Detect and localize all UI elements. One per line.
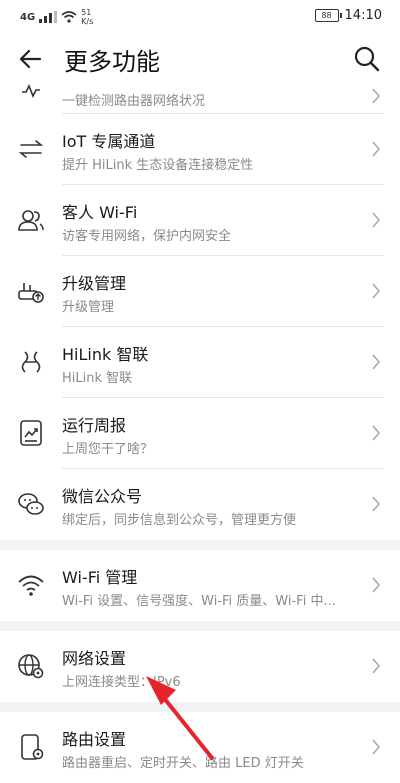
app-bar: 更多功能 (0, 34, 400, 84)
item-title: 路由设置 (62, 730, 127, 749)
chevron-right-icon (372, 658, 381, 674)
chevron-right-icon (372, 354, 381, 370)
section-divider (0, 702, 400, 712)
item-subtitle: Wi-Fi 设置、信号强度、Wi-Fi 质量、Wi-Fi 中... (62, 594, 336, 609)
signal-icon: 4G (20, 11, 36, 23)
wechat-icon (18, 493, 44, 515)
chevron-right-icon (372, 88, 381, 104)
item-subtitle: 提升 HiLink 生态设备连接稳定性 (62, 158, 254, 173)
item-title: Wi-Fi 管理 (62, 568, 138, 587)
chevron-right-icon (372, 283, 381, 299)
list-item-weekly-report[interactable]: 运行周报 上周您干了啥？ (0, 398, 400, 469)
chevron-right-icon (372, 425, 381, 441)
weekly-report-icon (20, 420, 42, 446)
chevron-right-icon (372, 577, 381, 593)
chevron-right-icon (372, 739, 381, 755)
router-upgrade-icon (18, 283, 44, 303)
router-settings-icon (21, 734, 44, 760)
wifi-status-icon (61, 11, 77, 23)
section-divider (0, 621, 400, 631)
iot-channel-icon (18, 140, 44, 158)
item-subtitle: HiLink 智联 (62, 371, 133, 386)
list-item-health-check[interactable]: 一键检测路由器网络状况 (0, 80, 400, 114)
item-title: 运行周报 (62, 416, 127, 435)
item-title: 微信公众号 (62, 487, 143, 506)
item-subtitle: 升级管理 (62, 300, 115, 315)
list-item-guest-wifi[interactable]: 客人 Wi-Fi 访客专用网络，保护内网安全 (0, 185, 400, 256)
wifi-icon (18, 575, 44, 596)
globe-settings-icon (18, 654, 44, 679)
item-subtitle: 访客专用网络，保护内网安全 (62, 229, 232, 244)
list-item-router-settings[interactable]: 路由设置 路由器重启、定时开关、路由 LED 灯开关 (0, 712, 400, 783)
item-subtitle: 绑定后，同步信息到公众号，管理更方便 (62, 513, 297, 528)
battery-icon: 88 (314, 9, 342, 22)
item-subtitle: 一键检测路由器网络状况 (62, 94, 206, 109)
list-item-upgrade[interactable]: 升级管理 升级管理 (0, 256, 400, 327)
item-title: 网络设置 (62, 649, 127, 668)
item-title: 升级管理 (62, 274, 127, 293)
health-check-icon (22, 84, 40, 98)
network-speed: 51 K/s (81, 8, 94, 26)
feature-list: 一键检测路由器网络状况 IoT 专属通道 提升 HiLink 生态设备连接稳定性… (0, 80, 400, 783)
list-item-iot-channel[interactable]: IoT 专属通道 提升 HiLink 生态设备连接稳定性 (0, 114, 400, 185)
guest-users-icon (18, 210, 44, 231)
clock: 14:10 (344, 8, 382, 23)
item-subtitle: 上周您干了啥？ (62, 442, 154, 457)
item-title: 客人 Wi-Fi (62, 203, 138, 222)
list-item-hilink[interactable]: HiLink 智联 HiLink 智联 (0, 327, 400, 398)
list-item-network-settings[interactable]: 网络设置 上网连接类型：IPv6 (0, 631, 400, 702)
item-subtitle: 上网连接类型：IPv6 (62, 675, 181, 690)
item-subtitle: 路由器重启、定时开关、路由 LED 灯开关 (62, 756, 304, 771)
item-title: HiLink 智联 (62, 345, 149, 364)
section-divider (0, 540, 400, 550)
list-item-wechat[interactable]: 微信公众号 绑定后，同步信息到公众号，管理更方便 (0, 469, 400, 540)
page-title: 更多功能 (64, 48, 160, 76)
item-title: IoT 专属通道 (62, 132, 156, 151)
chevron-right-icon (372, 212, 381, 228)
chevron-right-icon (372, 141, 381, 157)
signal-bars-icon (39, 11, 58, 23)
back-arrow-icon[interactable] (16, 44, 46, 74)
chevron-right-icon (372, 496, 381, 512)
list-item-wifi-management[interactable]: Wi-Fi 管理 Wi-Fi 设置、信号强度、Wi-Fi 质量、Wi-Fi 中.… (0, 550, 400, 621)
status-bar: 4G 51 K/s 88 14:10 (0, 0, 400, 34)
search-icon[interactable] (352, 44, 382, 74)
hilink-icon (21, 351, 41, 373)
